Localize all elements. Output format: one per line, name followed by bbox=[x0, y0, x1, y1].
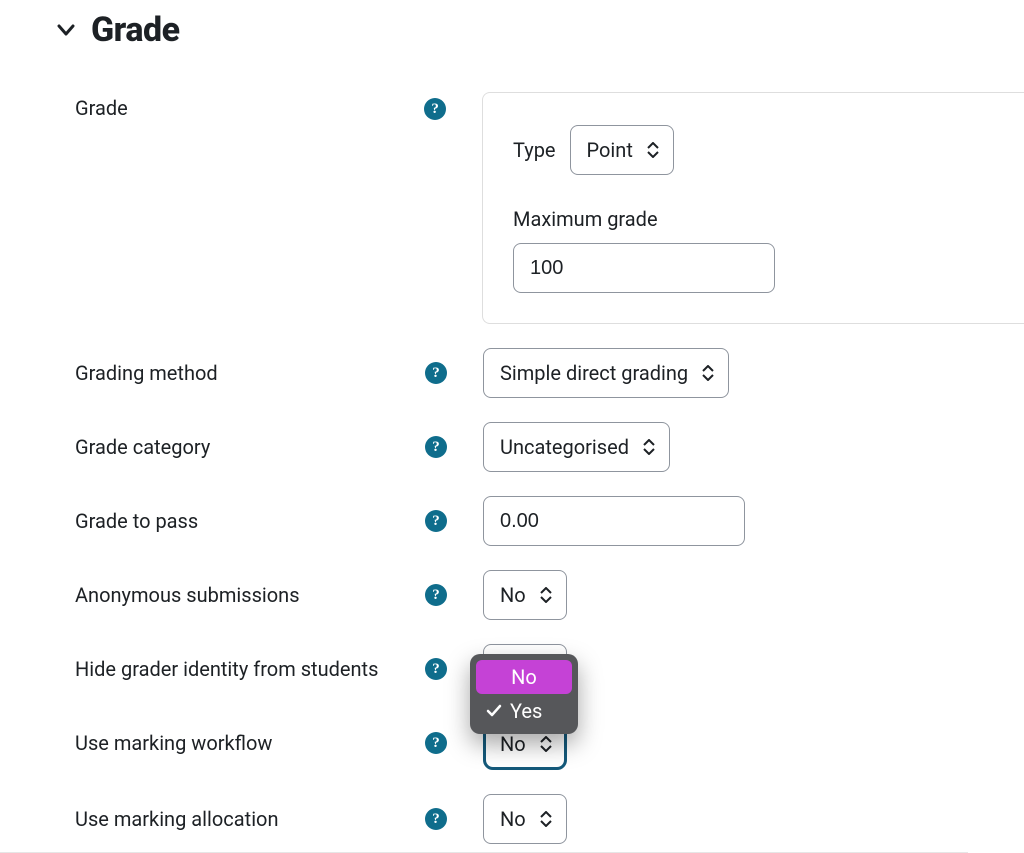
select-dropdown: No Yes bbox=[470, 654, 578, 734]
checkmark-icon bbox=[486, 703, 502, 719]
select-grade-type[interactable]: Point bbox=[570, 125, 674, 175]
select-caret-icon bbox=[643, 439, 655, 455]
label-anonymous-submissions: Anonymous submissions bbox=[75, 583, 300, 607]
help-icon[interactable]: ? bbox=[424, 98, 446, 120]
chevron-down-icon bbox=[55, 19, 77, 41]
help-icon[interactable]: ? bbox=[425, 732, 447, 754]
select-use-marking-workflow-value: No bbox=[500, 732, 526, 756]
section-toggle[interactable]: Grade bbox=[55, 10, 1024, 50]
help-icon[interactable]: ? bbox=[425, 362, 447, 384]
select-grading-method-value: Simple direct grading bbox=[500, 361, 688, 385]
select-grading-method[interactable]: Simple direct grading bbox=[483, 348, 729, 398]
grade-group: Type Point Maximum grade bbox=[482, 92, 1024, 324]
help-icon[interactable]: ? bbox=[425, 808, 447, 830]
select-use-marking-allocation-value: No bbox=[500, 807, 526, 831]
dropdown-option-yes[interactable]: Yes bbox=[476, 694, 572, 728]
select-anonymous-submissions[interactable]: No bbox=[483, 570, 567, 620]
help-icon[interactable]: ? bbox=[425, 658, 447, 680]
help-icon[interactable]: ? bbox=[425, 510, 447, 532]
select-grade-category-value: Uncategorised bbox=[500, 435, 629, 459]
select-caret-icon bbox=[540, 587, 552, 603]
select-grade-category[interactable]: Uncategorised bbox=[483, 422, 670, 472]
label-grade-to-pass: Grade to pass bbox=[75, 509, 198, 533]
label-use-marking-allocation: Use marking allocation bbox=[75, 807, 279, 831]
input-grade-to-pass[interactable] bbox=[483, 496, 745, 546]
label-use-marking-workflow: Use marking workflow bbox=[75, 731, 272, 755]
input-maximum-grade[interactable] bbox=[513, 243, 775, 293]
dropdown-option-no-label: No bbox=[511, 665, 537, 689]
select-caret-icon bbox=[702, 365, 714, 381]
select-grade-type-value: Point bbox=[587, 138, 633, 162]
help-icon[interactable]: ? bbox=[425, 584, 447, 606]
label-maximum-grade: Maximum grade bbox=[513, 207, 1024, 231]
select-caret-icon bbox=[540, 736, 552, 752]
dropdown-option-yes-label: Yes bbox=[510, 699, 542, 723]
label-grade-type: Type bbox=[513, 138, 556, 162]
help-icon[interactable]: ? bbox=[425, 436, 447, 458]
select-anonymous-submissions-value: No bbox=[500, 583, 526, 607]
label-hide-grader-identity: Hide grader identity from students bbox=[75, 657, 378, 681]
section-title: Grade bbox=[91, 10, 180, 50]
dropdown-option-no[interactable]: No bbox=[476, 660, 572, 694]
label-grade-category: Grade category bbox=[75, 435, 210, 459]
select-caret-icon bbox=[647, 142, 659, 158]
label-grade: Grade bbox=[75, 96, 128, 120]
select-caret-icon bbox=[540, 811, 552, 827]
label-grading-method: Grading method bbox=[75, 361, 218, 385]
